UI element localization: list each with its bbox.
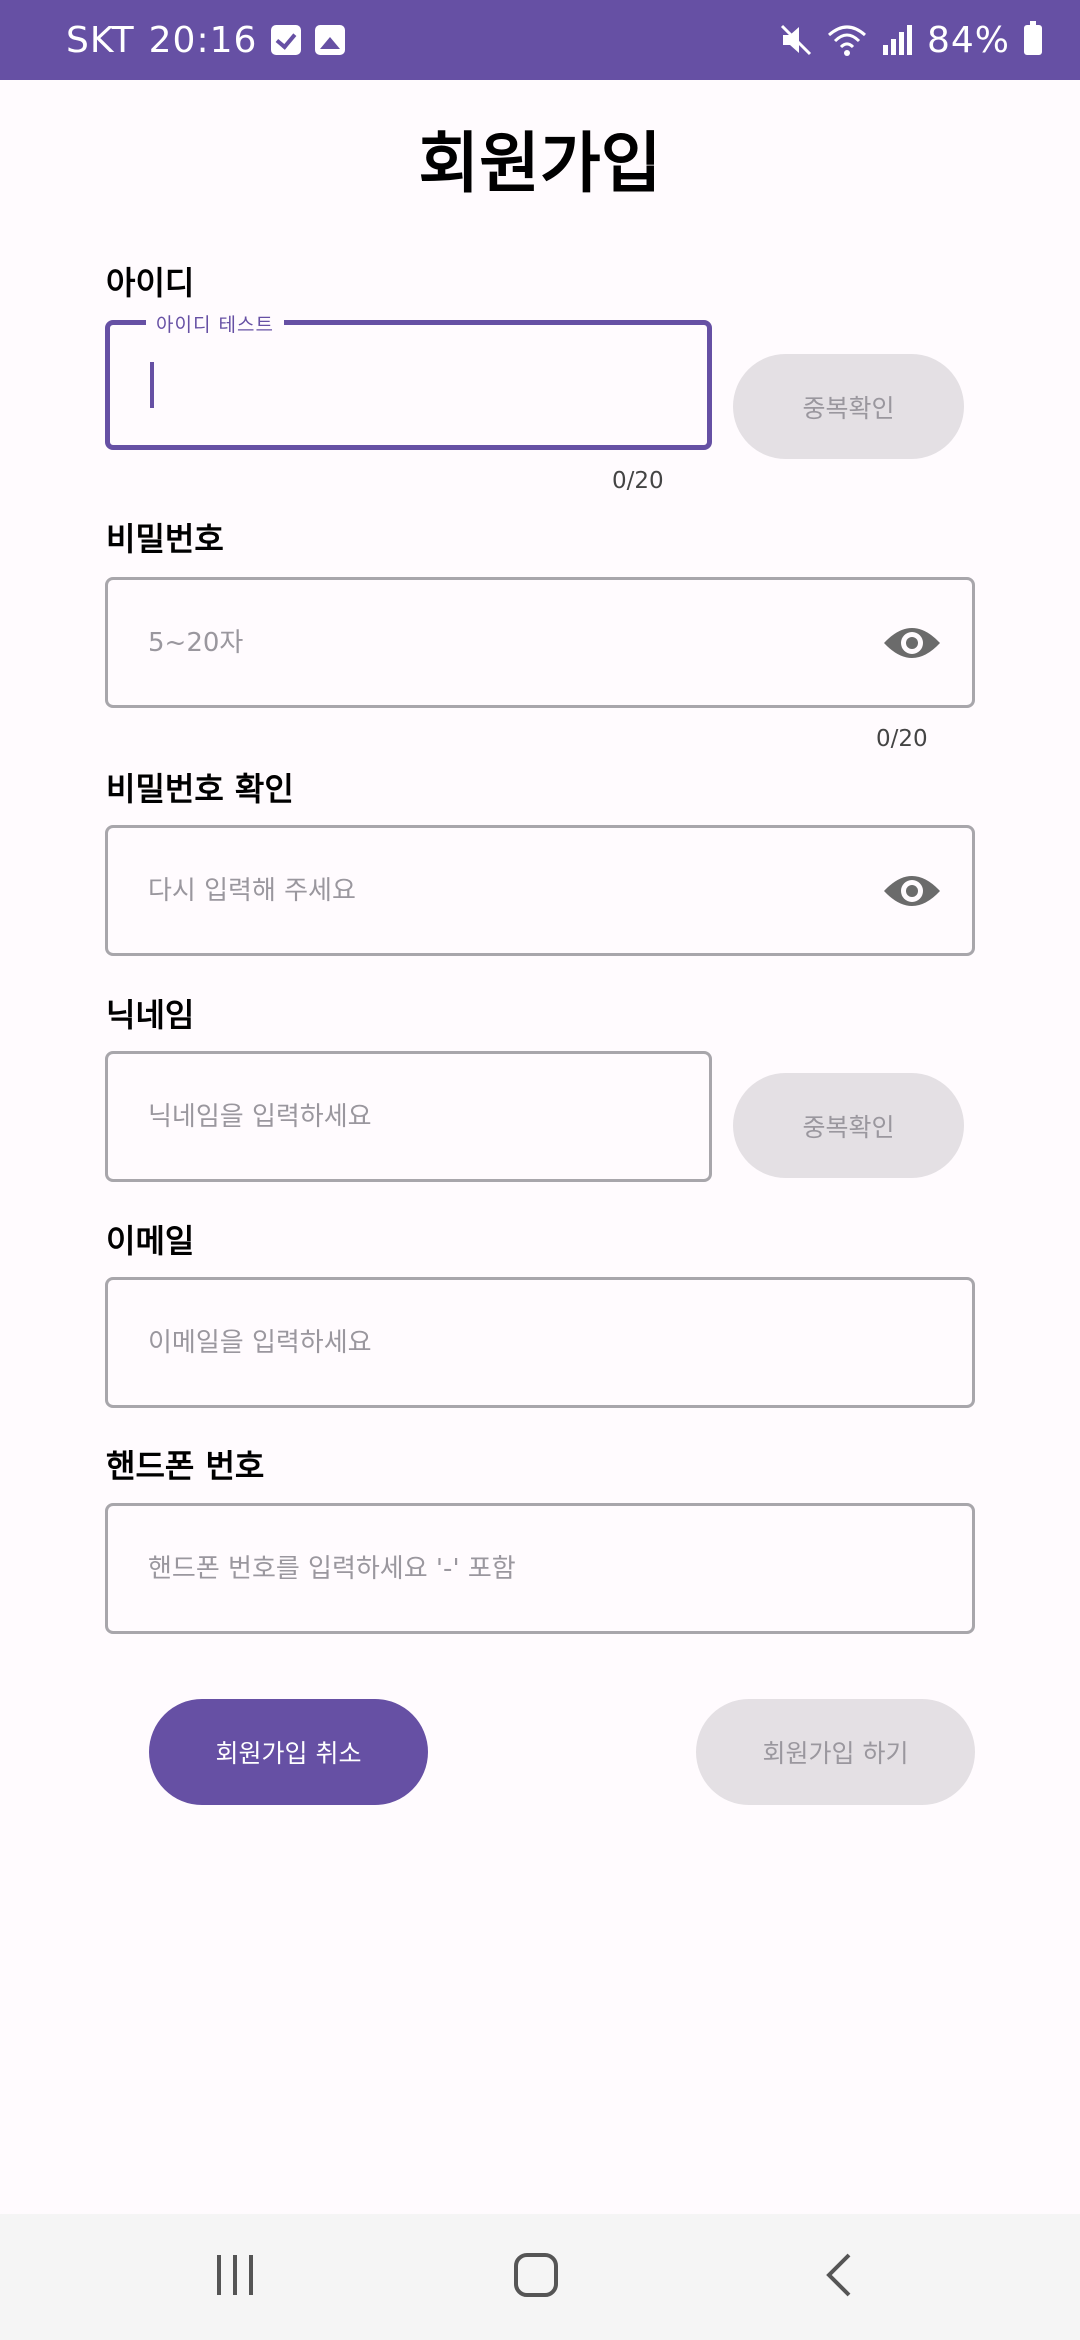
eye-icon[interactable] <box>882 621 942 665</box>
id-duplicate-check-button[interactable]: 중복확인 <box>733 354 964 459</box>
password-confirm-label: 비밀번호 확인 <box>106 770 294 808</box>
wifi-icon <box>827 25 866 56</box>
recent-apps-icon[interactable] <box>214 2252 256 2298</box>
text-cursor <box>150 362 154 408</box>
password-counter: 0/20 <box>876 726 928 752</box>
id-label: 아이디 <box>106 264 195 302</box>
password-field[interactable] <box>105 577 975 708</box>
status-right: 84% <box>779 20 1042 61</box>
carrier-text: SKT <box>66 19 135 61</box>
status-bar: SKT 20:16 84% <box>0 0 1080 80</box>
clock-text: 20:16 <box>148 19 258 61</box>
cancel-signup-button[interactable]: 회원가입 취소 <box>149 1699 428 1805</box>
nickname-field[interactable] <box>105 1051 712 1182</box>
password-confirm-input[interactable] <box>148 875 972 906</box>
home-icon[interactable] <box>513 2252 559 2298</box>
id-field[interactable]: 아이디 테스트 <box>105 310 712 450</box>
nickname-duplicate-check-button[interactable]: 중복확인 <box>733 1073 964 1178</box>
battery-icon <box>1024 21 1042 55</box>
password-input[interactable] <box>148 627 972 658</box>
battery-text: 84% <box>926 19 1010 61</box>
nickname-label: 닉네임 <box>106 996 195 1034</box>
checkbox-icon <box>271 25 302 55</box>
navigation-bar <box>0 2214 1080 2340</box>
id-counter: 0/20 <box>612 468 664 494</box>
image-icon <box>315 25 346 55</box>
password-label: 비밀번호 <box>106 520 224 558</box>
phone-field[interactable] <box>105 1503 975 1634</box>
phone-input[interactable] <box>148 1553 972 1584</box>
page-title: 회원가입 <box>418 125 662 202</box>
email-field[interactable] <box>105 1277 975 1408</box>
submit-signup-button[interactable]: 회원가입 하기 <box>696 1699 975 1805</box>
back-icon[interactable] <box>824 2252 854 2298</box>
status-left: SKT 20:16 <box>66 19 346 61</box>
id-float-label: 아이디 테스트 <box>146 310 284 337</box>
email-label: 이메일 <box>106 1222 195 1260</box>
email-input[interactable] <box>148 1327 972 1358</box>
mute-icon <box>780 24 812 56</box>
password-confirm-field[interactable] <box>105 825 975 956</box>
nickname-input[interactable] <box>148 1101 709 1132</box>
signal-icon <box>882 25 912 55</box>
phone-label: 핸드폰 번호 <box>106 1447 265 1485</box>
eye-icon[interactable] <box>882 869 942 913</box>
